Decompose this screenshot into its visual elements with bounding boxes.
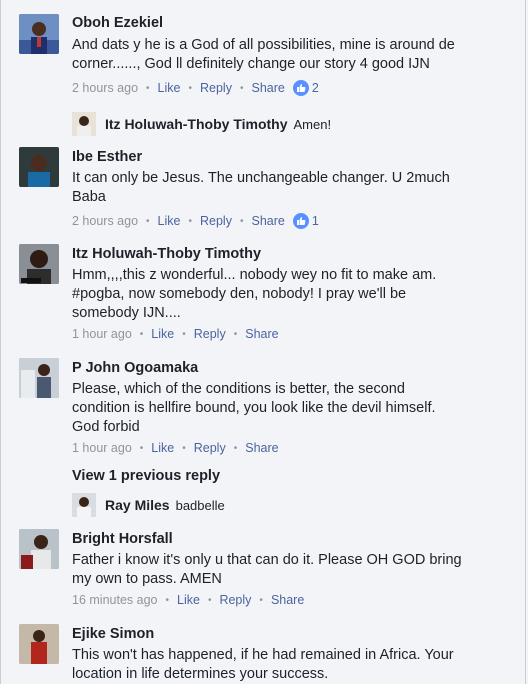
comment-timestamp: 1 hour ago bbox=[72, 327, 132, 341]
separator-dot: • bbox=[259, 594, 263, 606]
separator-dot: • bbox=[146, 82, 150, 94]
separator-dot: • bbox=[165, 594, 169, 606]
share-button[interactable]: Share bbox=[245, 327, 278, 341]
reply-button[interactable]: Reply bbox=[200, 214, 232, 228]
reply-text: Amen! bbox=[293, 116, 332, 132]
thumbs-up-icon[interactable] bbox=[292, 213, 309, 229]
separator-dot: • bbox=[233, 328, 238, 340]
avatar[interactable] bbox=[19, 14, 59, 54]
separator-dot: • bbox=[239, 215, 244, 227]
reply-button[interactable]: Reply bbox=[194, 327, 226, 341]
avatar[interactable] bbox=[19, 358, 59, 398]
comment-author[interactable]: Itz Holuwah-Thoby Timothy bbox=[72, 246, 261, 262]
comment-author[interactable]: Ejike Simon bbox=[72, 626, 154, 642]
separator-dot: • bbox=[188, 215, 192, 227]
avatar[interactable] bbox=[72, 493, 96, 517]
comment-actions: 2 hours ago • Like • Reply • Share 1 bbox=[72, 213, 319, 229]
reply-button[interactable]: Reply bbox=[219, 593, 251, 607]
comment-actions: 2 hours ago • Like • Reply • Share 2 bbox=[72, 80, 319, 96]
separator-dot: • bbox=[233, 442, 238, 454]
share-button[interactable]: Share bbox=[251, 214, 284, 228]
comment-text: It can only be Jesus. The unchangeable c… bbox=[72, 170, 450, 205]
comment-timestamp: 1 hour ago bbox=[72, 441, 132, 455]
avatar[interactable] bbox=[19, 529, 59, 569]
thumbs-up-icon[interactable] bbox=[292, 80, 309, 96]
comment-author[interactable]: Ibe Esther bbox=[72, 149, 142, 165]
like-button[interactable]: Like bbox=[151, 441, 174, 455]
comment-author[interactable]: Bright Horsfall bbox=[72, 531, 173, 547]
like-button[interactable]: Like bbox=[158, 214, 181, 228]
like-count[interactable]: 1 bbox=[312, 214, 319, 228]
comment-text: And dats y he is a God of all possibilit… bbox=[72, 37, 455, 72]
comment-timestamp: 2 hours ago bbox=[72, 214, 139, 228]
reply-preview[interactable]: Itz Holuwah-Thoby Timothy Amen! bbox=[72, 112, 331, 136]
comment-text: This won't has happened, if he had remai… bbox=[72, 647, 454, 682]
reply-button[interactable]: Reply bbox=[200, 81, 232, 95]
separator-dot: • bbox=[239, 82, 244, 94]
like-button[interactable]: Like bbox=[158, 81, 181, 95]
comment-timestamp: 16 minutes ago bbox=[72, 593, 158, 607]
separator-dot: • bbox=[182, 442, 186, 454]
comment-text: Please, which of the conditions is bette… bbox=[72, 381, 436, 435]
comment-actions: 1 hour ago • Like • Reply • Share bbox=[72, 441, 279, 455]
comment-author[interactable]: P John Ogoamaka bbox=[72, 360, 198, 376]
like-count[interactable]: 2 bbox=[312, 81, 319, 95]
avatar[interactable] bbox=[19, 147, 59, 187]
like-button[interactable]: Like bbox=[151, 327, 174, 341]
like-button[interactable]: Like bbox=[177, 593, 200, 607]
comment-actions: 1 hour ago • Like • Reply • Share bbox=[72, 327, 279, 341]
comment-actions: 16 minutes ago • Like • Reply • Share bbox=[72, 593, 304, 607]
reply-text: badbelle bbox=[175, 497, 225, 513]
reply-button[interactable]: Reply bbox=[194, 441, 226, 455]
reply-preview[interactable]: Ray Miles badbelle bbox=[72, 493, 225, 517]
comments-panel: Oboh Ezekiel And dats y he is a God of a… bbox=[0, 0, 526, 684]
avatar[interactable] bbox=[19, 244, 59, 284]
avatar[interactable] bbox=[72, 112, 96, 136]
avatar[interactable] bbox=[19, 624, 59, 664]
reply-author[interactable]: Ray Miles bbox=[105, 497, 170, 513]
separator-dot: • bbox=[139, 328, 144, 340]
separator-dot: • bbox=[146, 215, 150, 227]
separator-dot: • bbox=[188, 82, 192, 94]
separator-dot: • bbox=[182, 328, 186, 340]
comment-timestamp: 2 hours ago bbox=[72, 81, 139, 95]
separator-dot: • bbox=[207, 594, 212, 606]
share-button[interactable]: Share bbox=[251, 81, 284, 95]
share-button[interactable]: Share bbox=[271, 593, 304, 607]
separator-dot: • bbox=[139, 442, 144, 454]
reply-author[interactable]: Itz Holuwah-Thoby Timothy bbox=[105, 116, 288, 132]
share-button[interactable]: Share bbox=[245, 441, 278, 455]
comment-text: Father i know it's only u that can do it… bbox=[72, 552, 462, 587]
comment-text: Hmm,,,,this z wonderful... nobody wey no… bbox=[72, 267, 437, 321]
view-previous-replies-link[interactable]: View 1 previous reply bbox=[72, 468, 220, 484]
comment-author[interactable]: Oboh Ezekiel bbox=[72, 15, 163, 31]
